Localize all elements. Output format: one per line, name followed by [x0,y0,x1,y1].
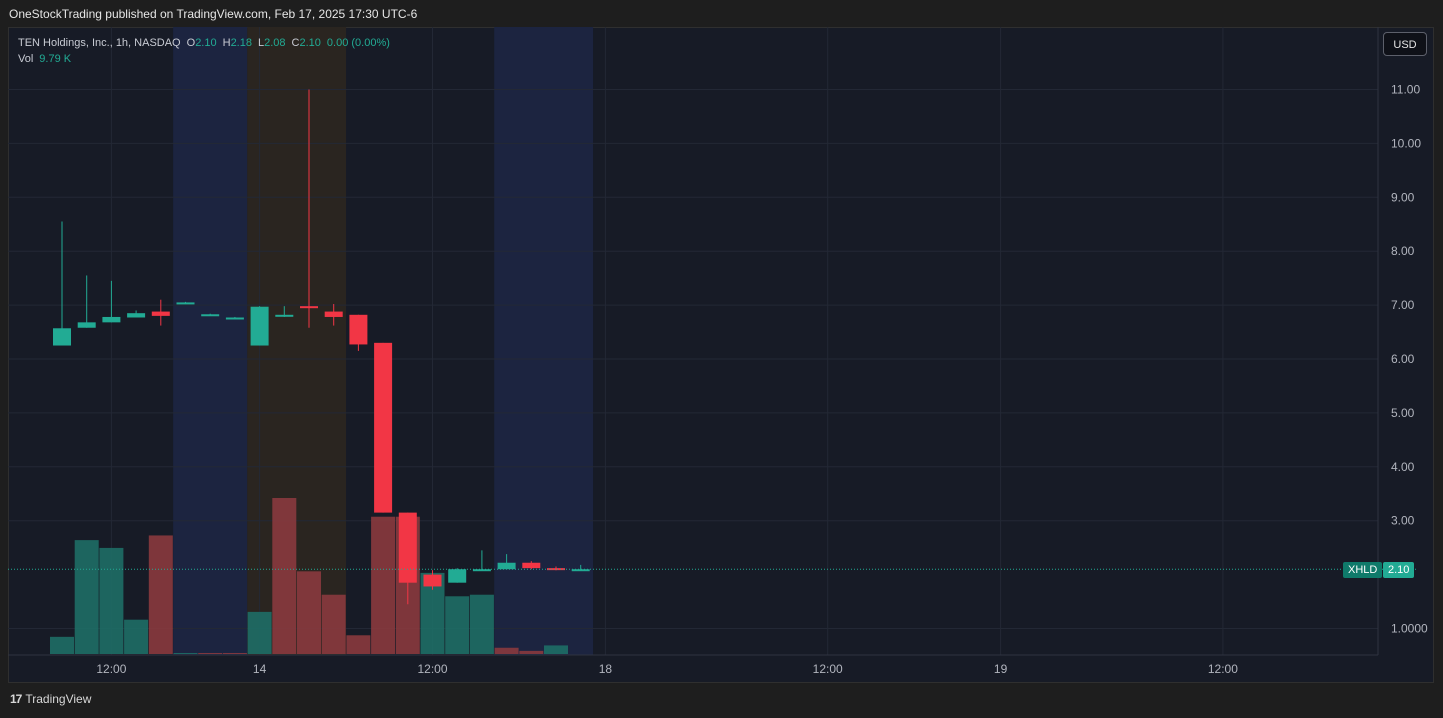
ohlc-legend-row: TEN Holdings, Inc., 1h, NASDAQ O2.10 H2.18… [18,35,390,51]
session-band [494,27,594,655]
volume-bar [544,645,568,654]
time-tick-label: 14 [253,662,267,676]
volume-bar [74,540,99,654]
ticker-tag: XHLD [1343,562,1383,578]
price-tick-label: 5.00 [1391,406,1415,420]
candle-body [102,316,121,323]
candle-body [201,314,220,317]
price-tick-label: 10.00 [1391,136,1421,150]
symbol-title: TEN Holdings, Inc., 1h, NASDAQ [18,37,181,49]
last-price-tag: 2.10 [1383,562,1415,578]
candle-body [127,313,146,318]
volume-bar [321,594,346,654]
price-tick-label: 3.00 [1391,514,1415,528]
candle-body [398,512,417,583]
open-label: O [186,37,196,49]
time-tick-label: 19 [994,662,1008,676]
footer-brand[interactable]: 17 TradingView [10,692,91,706]
volume-value: 9.79 K [39,53,72,65]
candle-body [176,302,195,305]
volume-bar [445,596,470,654]
volume-bar [148,535,173,654]
volume-bar [494,647,519,654]
candle-body [225,317,244,320]
volume-bar [173,653,198,654]
time-tick-label: 18 [599,662,613,676]
volume-label: Vol [18,53,34,65]
candle-body [275,314,294,317]
time-tick-label: 12:00 [417,662,447,676]
volume-bar [198,653,223,654]
high-value: 2.18 [230,37,252,49]
price-tick-label: 9.00 [1391,190,1415,204]
publisher-line: OneStockTrading published on TradingView… [9,7,418,21]
session-band [173,27,248,655]
low-value: 2.08 [264,37,286,49]
price-axis: 11.00 10.00 9.00 8.00 7.00 6.00 5.00 4.00 3.00 1.… [1391,83,1428,636]
candlestick-chart[interactable]: 11.00 10.00 9.00 8.00 7.00 6.00 5.00 4.00 3.00 1.… [8,27,1434,683]
candle-body [250,306,269,346]
open-value: 2.10 [195,37,217,49]
candle-body [324,311,343,317]
price-tick-label: 8.00 [1391,244,1415,258]
candle-body [448,569,467,583]
volume-bar [50,636,74,654]
chart-legend: TEN Holdings, Inc., 1h, NASDAQ O2.10 H2.18… [18,35,390,67]
volume-bar [247,611,272,654]
price-tick-label: 6.00 [1391,352,1415,366]
volume-bar [124,619,149,654]
candle-body [77,322,96,328]
candle-body [374,342,393,513]
volume-legend-row: Vol 9.79 K [18,51,390,67]
volume-bar [99,547,124,654]
time-tick-label: 12:00 [813,662,843,676]
publisher-bar: OneStockTrading published on TradingView… [0,0,1443,28]
price-tick-label: 7.00 [1391,298,1415,312]
volume-bar [519,650,544,654]
price-tick-label: 11.00 [1391,83,1420,97]
candle-body [349,314,368,345]
volume-bar [346,635,371,654]
volume-bar [297,571,321,654]
tradingview-logo-icon: 17 [10,692,22,706]
time-tick-label: 12:00 [96,662,126,676]
candle-body [300,306,318,309]
volume-bar [272,498,297,654]
candle-body [53,328,71,346]
candle-body [151,311,170,316]
candle-body [522,562,541,569]
currency-button[interactable]: USD [1383,32,1427,56]
candle-body [497,562,516,570]
price-tick-label: 1.0000 [1391,622,1428,636]
high-label: H [222,37,231,49]
volume-bar [469,594,494,654]
volume-bar [371,516,396,654]
candle-body [423,574,442,587]
candle-body [547,568,565,571]
close-value: 2.10 [299,37,321,49]
change-value: 0.00 (0.00%) [326,37,390,49]
brand-name: TradingView [25,692,92,706]
price-tick-label: 4.00 [1391,460,1415,474]
volume-bar [222,653,247,654]
time-tick-label: 12:00 [1208,662,1238,676]
